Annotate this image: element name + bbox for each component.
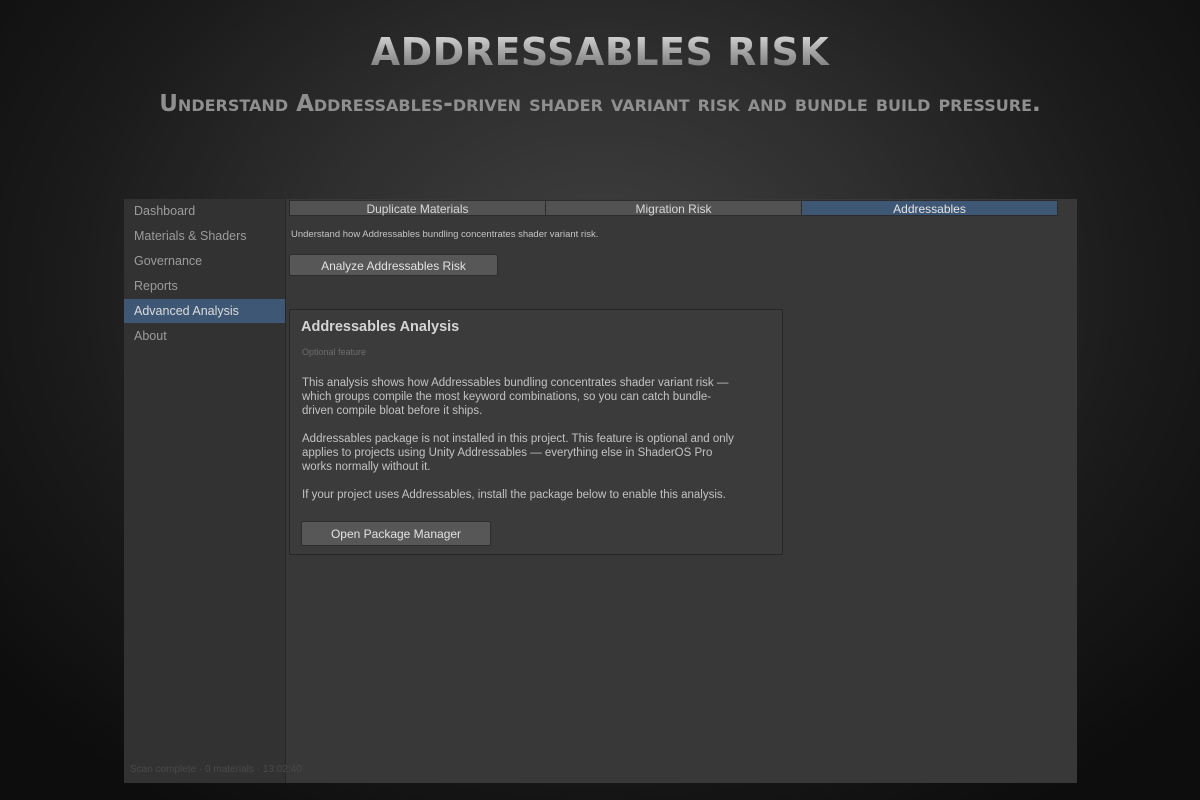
analyze-addressables-risk-button[interactable]: Analyze Addressables Risk	[289, 254, 498, 276]
panel-intro: Understand how Addressables bundling con…	[291, 229, 599, 240]
description-line: driven compile bloat before it ships.	[302, 405, 483, 417]
message-line: Addressables package is not installed in…	[302, 433, 734, 445]
card-description: This analysis shows how Addressables bun…	[302, 376, 767, 418]
description-line: This analysis shows how Addressables bun…	[302, 377, 729, 389]
editor-window: Dashboard Materials & Shaders Governance…	[124, 199, 1077, 783]
sidebar-item-dashboard[interactable]: Dashboard	[124, 199, 285, 223]
install-instruction: If your project uses Addressables, insta…	[302, 488, 767, 502]
sidebar-item-about[interactable]: About	[124, 324, 285, 348]
description-line: which groups compile the most keyword co…	[302, 391, 712, 403]
sidebar-item-advanced-analysis[interactable]: Advanced Analysis	[124, 299, 285, 323]
message-line: works normally without it.	[302, 461, 431, 473]
open-package-manager-button[interactable]: Open Package Manager	[301, 521, 491, 546]
tab-duplicate-materials[interactable]: Duplicate Materials	[289, 200, 546, 216]
tab-addressables[interactable]: Addressables	[802, 200, 1058, 216]
status-bar: Scan complete · 0 materials · 13:02:40	[130, 764, 302, 775]
tab-migration-risk[interactable]: Migration Risk	[546, 200, 802, 216]
instruction-line: If your project uses Addressables, insta…	[302, 489, 726, 501]
package-missing-message: Addressables package is not installed in…	[302, 432, 767, 474]
message-line: applies to projects using Unity Addressa…	[302, 447, 713, 459]
hero-title: ADDRESSABLES RISK	[0, 30, 1200, 74]
sidebar: Dashboard Materials & Shaders Governance…	[124, 199, 302, 783]
tab-bar: Duplicate Materials Migration Risk Addre…	[289, 200, 1058, 216]
addressables-analysis-card: Addressables Analysis Optional feature T…	[289, 309, 783, 555]
optional-feature-badge: Optional feature	[302, 347, 367, 357]
sidebar-item-materials-shaders[interactable]: Materials & Shaders	[124, 224, 285, 248]
sidebar-item-reports[interactable]: Reports	[124, 274, 285, 298]
sidebar-item-governance[interactable]: Governance	[124, 249, 285, 273]
card-title: Addressables Analysis	[301, 319, 460, 335]
hero-subtitle: Understand Addressables-driven shader va…	[159, 91, 1041, 117]
